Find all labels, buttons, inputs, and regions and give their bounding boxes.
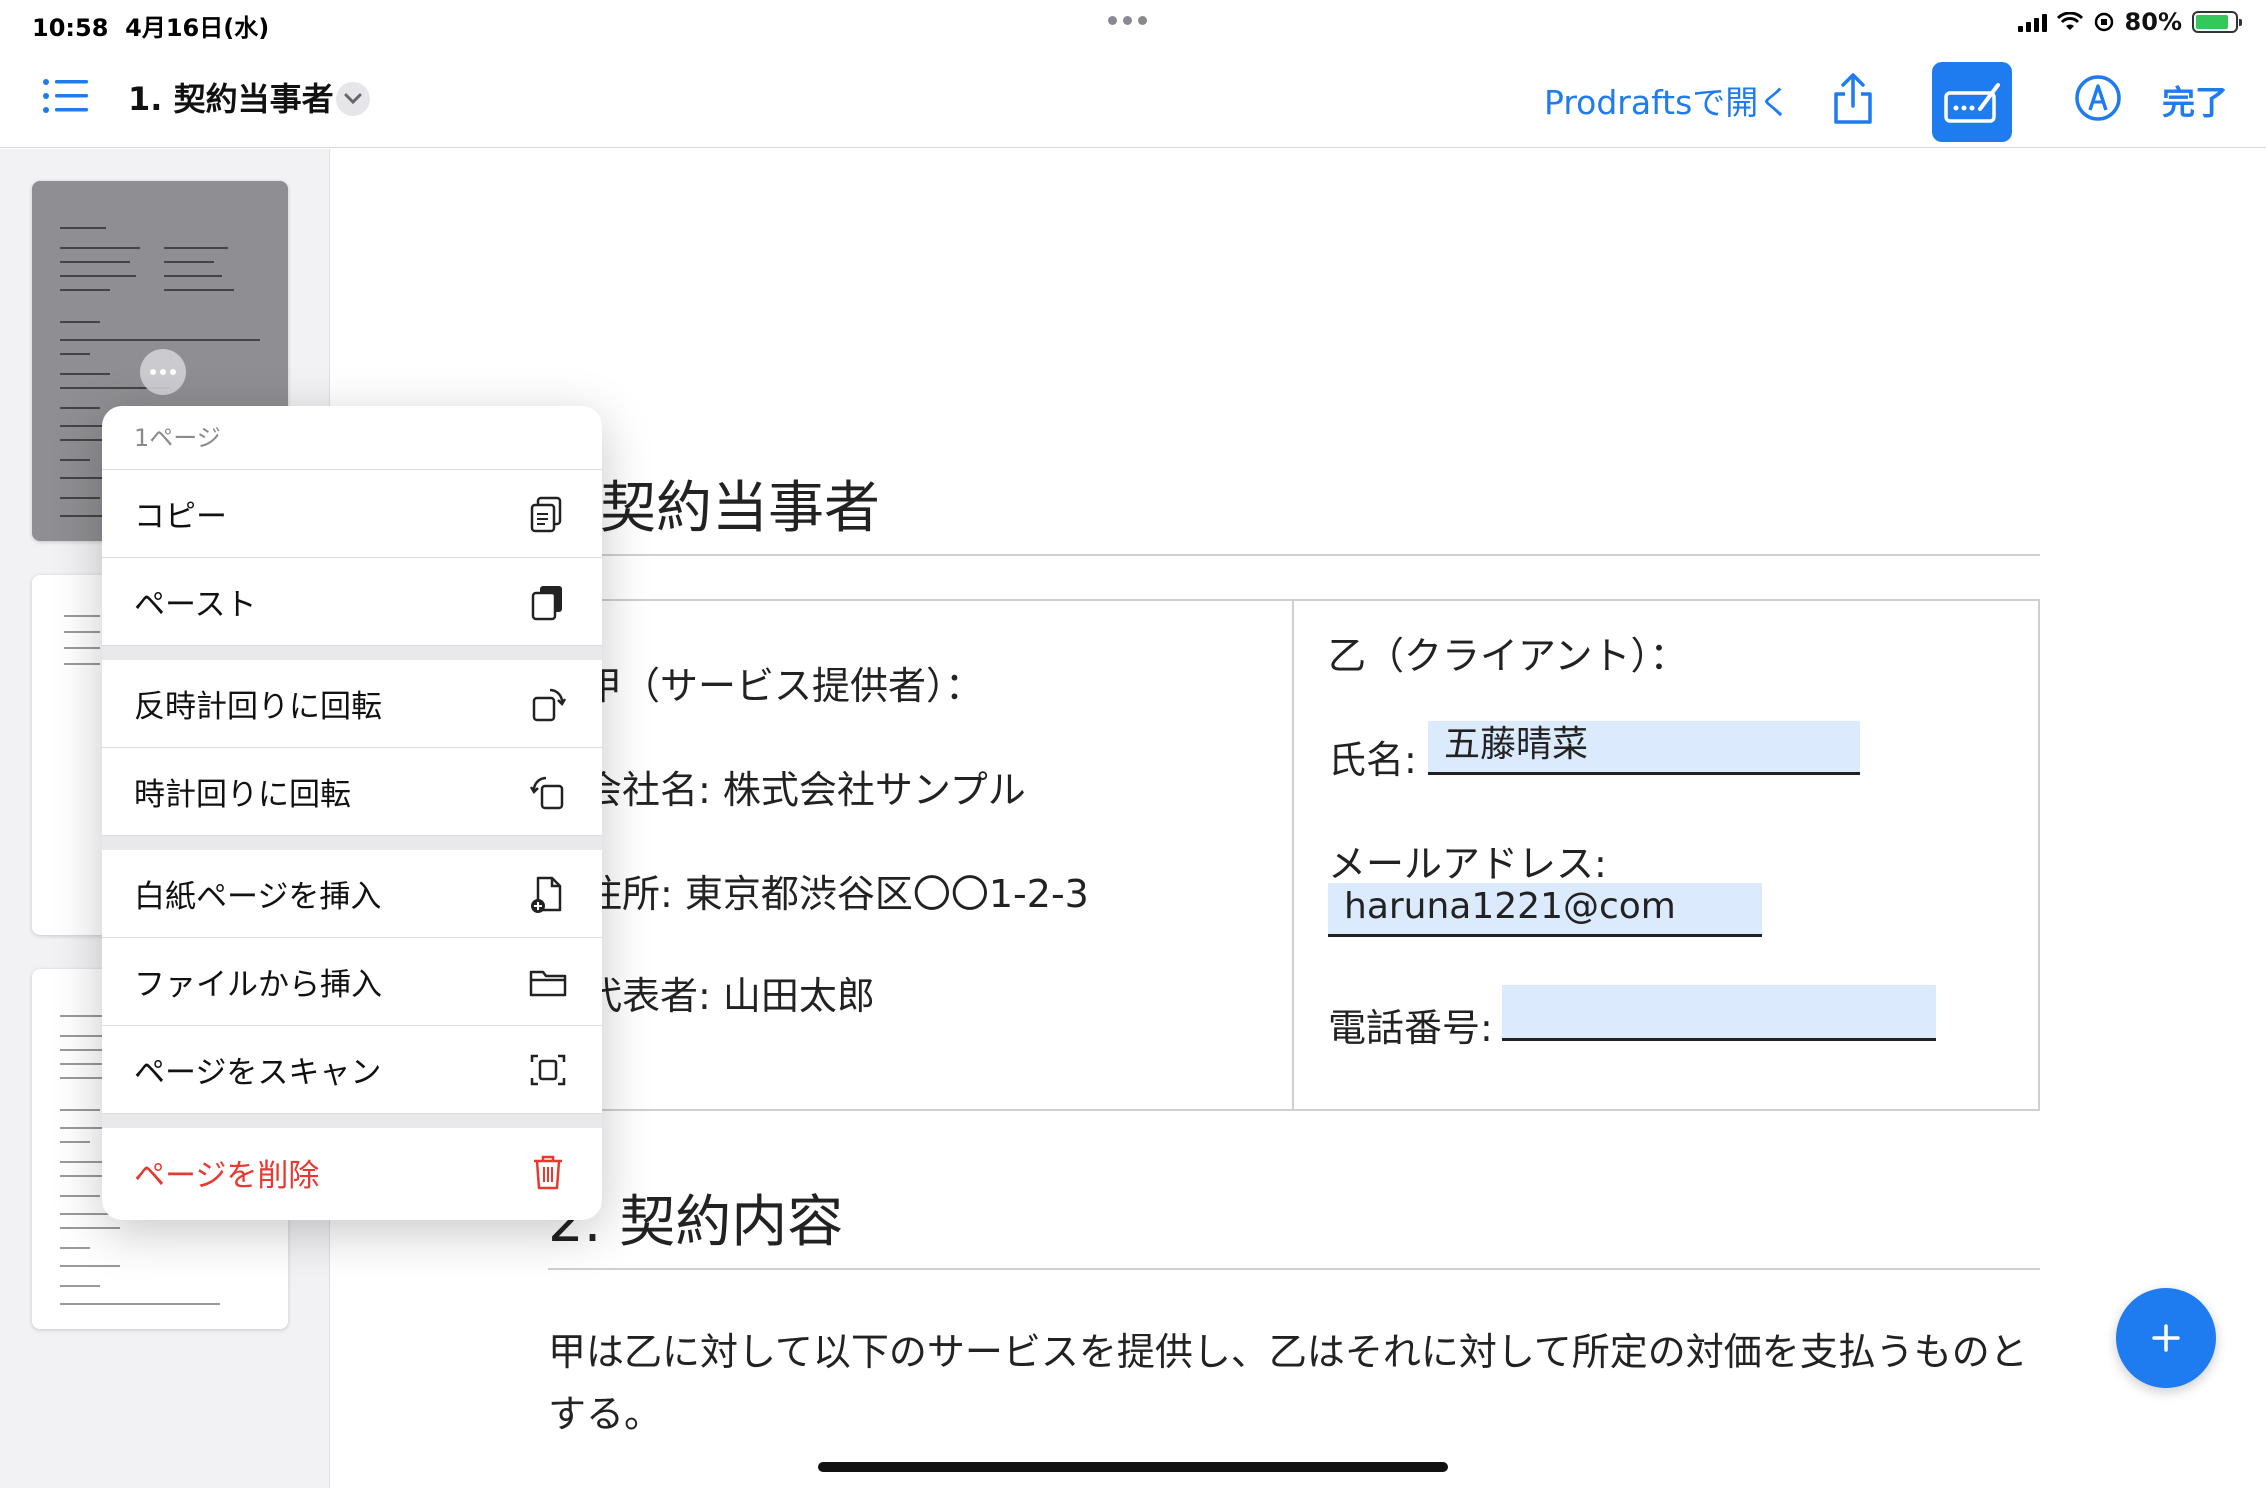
multitasking-dots[interactable]: [1108, 16, 1147, 25]
add-page-icon: [531, 876, 562, 913]
section2-text-line2: する。: [548, 1392, 663, 1436]
status-bar: 10:58 4月16日(水) 80%: [0, 0, 2266, 48]
menu-item-label: ページを削除: [134, 1157, 320, 1194]
phone-label: 電話番号:: [1328, 1006, 1493, 1050]
share-icon[interactable]: [1830, 72, 1876, 126]
menu-separator: [102, 646, 602, 660]
table-divider: [1292, 599, 1294, 1111]
menu-item-insert-blank-page[interactable]: 白紙ページを挿入: [102, 850, 602, 938]
section2-text-line1: 甲は乙に対して以下のサービスを提供し、乙はそれに対して所定の対価を支払うものと: [548, 1330, 2028, 1374]
menu-item-copy[interactable]: コピー: [102, 470, 602, 558]
rotate-right-icon: [529, 776, 564, 810]
menu-item-insert-from-file[interactable]: ファイルから挿入: [102, 938, 602, 1026]
open-in-prodrafts-button[interactable]: Prodraftsで開く: [1544, 76, 1791, 124]
pen-icon[interactable]: [2074, 74, 2122, 122]
party-a-representative: 代表者: 山田太郎: [584, 974, 875, 1018]
done-button[interactable]: 完了: [2162, 76, 2228, 124]
status-time: 10:58 4月16日(水): [32, 14, 270, 42]
party-a-heading: 甲（サービス提供者）：: [584, 664, 984, 708]
cellular-signal-icon: [2017, 12, 2047, 32]
document-title[interactable]: 1. 契約当事者: [128, 74, 334, 120]
menu-item-label: 反時計回りに回転: [134, 689, 382, 725]
menu-item-label: ペースト: [134, 587, 257, 623]
menu-separator: [102, 836, 602, 850]
menu-item-paste[interactable]: ペースト: [102, 558, 602, 646]
menu-item-rotate-left[interactable]: 反時計回りに回転: [102, 660, 602, 748]
party-b-heading: 乙（クライアント）：: [1328, 634, 1688, 678]
paste-icon: [531, 586, 562, 621]
add-button[interactable]: [2116, 1288, 2216, 1388]
name-label: 氏名:: [1328, 738, 1417, 782]
menu-separator: [102, 1114, 602, 1128]
phone-field[interactable]: [1502, 985, 1936, 1041]
menu-item-rotate-right[interactable]: 時計回りに回転: [102, 748, 602, 836]
toolbar: 1. 契約当事者 Prodraftsで開く 完了: [0, 48, 2266, 148]
plus-icon: [2152, 1324, 2180, 1352]
folder-icon: [529, 970, 567, 997]
section1-divider: [548, 554, 2040, 556]
battery-percent: 80%: [2124, 8, 2182, 36]
menu-item-label: 白紙ページを挿入: [134, 879, 382, 915]
menu-item-scan-page[interactable]: ページをスキャン: [102, 1026, 602, 1114]
trash-icon: [534, 1155, 562, 1190]
section2-divider: [548, 1268, 2040, 1270]
page-context-menu: 1ページ コピー ペースト 反時計回りに回転 時計回りに回転 白紙ページを挿入 …: [102, 406, 602, 1220]
status-indicators: 80%: [2017, 8, 2242, 36]
wifi-icon: [2056, 12, 2083, 30]
chevron-down-icon[interactable]: [336, 82, 370, 116]
menu-item-delete-page[interactable]: ページを削除: [102, 1128, 602, 1216]
markup-toggle-button[interactable]: [1932, 62, 2012, 142]
menu-item-label: コピー: [134, 499, 227, 535]
thumbnail-more-icon[interactable]: [140, 349, 186, 395]
battery-icon: [2192, 11, 2242, 33]
party-a-company: 会社名: 株式会社サンプル: [584, 768, 1026, 812]
document-page[interactable]: 契約当事者 甲（サービス提供者）： 会社名: 株式会社サンプル 住所: 東京都渋…: [334, 149, 2266, 1488]
menu-header: 1ページ: [102, 406, 602, 470]
rotate-left-icon: [532, 688, 567, 722]
email-field[interactable]: haruna1221@com: [1328, 883, 1762, 937]
menu-item-label: ファイルから挿入: [134, 967, 382, 1003]
menu-item-label: 時計回りに回転: [134, 777, 351, 813]
section1-heading: 契約当事者: [600, 476, 880, 541]
party-a-address: 住所: 東京都渋谷区〇〇1-2-3: [584, 872, 1089, 916]
home-indicator[interactable]: [818, 1462, 1448, 1472]
email-label: メールアドレス:: [1328, 842, 1607, 886]
markup-icon: [1944, 83, 2000, 123]
copy-icon: [530, 496, 562, 533]
menu-item-label: ページをスキャン: [134, 1055, 382, 1091]
list-icon[interactable]: [42, 76, 88, 116]
name-field[interactable]: 五藤晴菜: [1428, 721, 1860, 775]
scan-icon: [530, 1054, 566, 1086]
orientation-lock-icon: [2094, 12, 2113, 32]
